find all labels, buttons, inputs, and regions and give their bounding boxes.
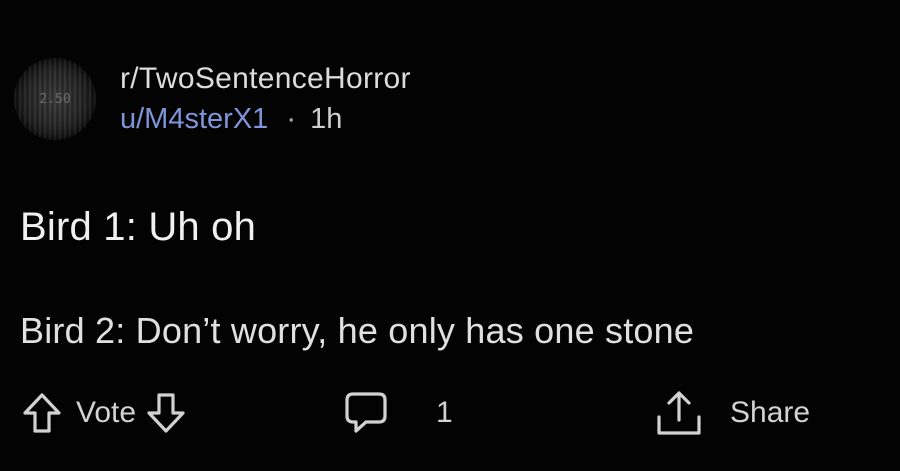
subreddit-link[interactable]: r/TwoSentenceHorror [120, 61, 411, 97]
upvote-icon[interactable] [22, 392, 62, 434]
vote-label: Vote [76, 396, 137, 429]
comments-button[interactable]: 1 [344, 388, 453, 438]
share-label: Share [730, 396, 811, 429]
action-bar: Vote 1 Share [22, 388, 882, 438]
comment-icon [344, 390, 388, 436]
post-age: 1h [310, 103, 343, 135]
post-header: 2.50 r/TwoSentenceHorror u/M4sterX1 · 1h [14, 58, 411, 140]
post-card: 2.50 r/TwoSentenceHorror u/M4sterX1 · 1h… [0, 0, 900, 471]
vote-group: Vote [22, 388, 186, 438]
post-body: Bird 2: Don’t worry, he only has one sto… [20, 310, 695, 351]
meta-separator: · [286, 103, 297, 135]
share-button[interactable]: Share [654, 388, 810, 438]
post-meta: r/TwoSentenceHorror u/M4sterX1 · 1h [120, 61, 411, 137]
share-icon [654, 389, 704, 437]
post-title[interactable]: Bird 1: Uh oh [20, 205, 256, 250]
author-link[interactable]: u/M4sterX1 [120, 103, 268, 135]
avatar-text: 2.50 [39, 92, 71, 107]
author-line: u/M4sterX1 · 1h [120, 101, 411, 137]
comment-count: 1 [436, 396, 453, 429]
downvote-icon[interactable] [146, 392, 186, 434]
subreddit-avatar[interactable]: 2.50 [14, 58, 96, 140]
